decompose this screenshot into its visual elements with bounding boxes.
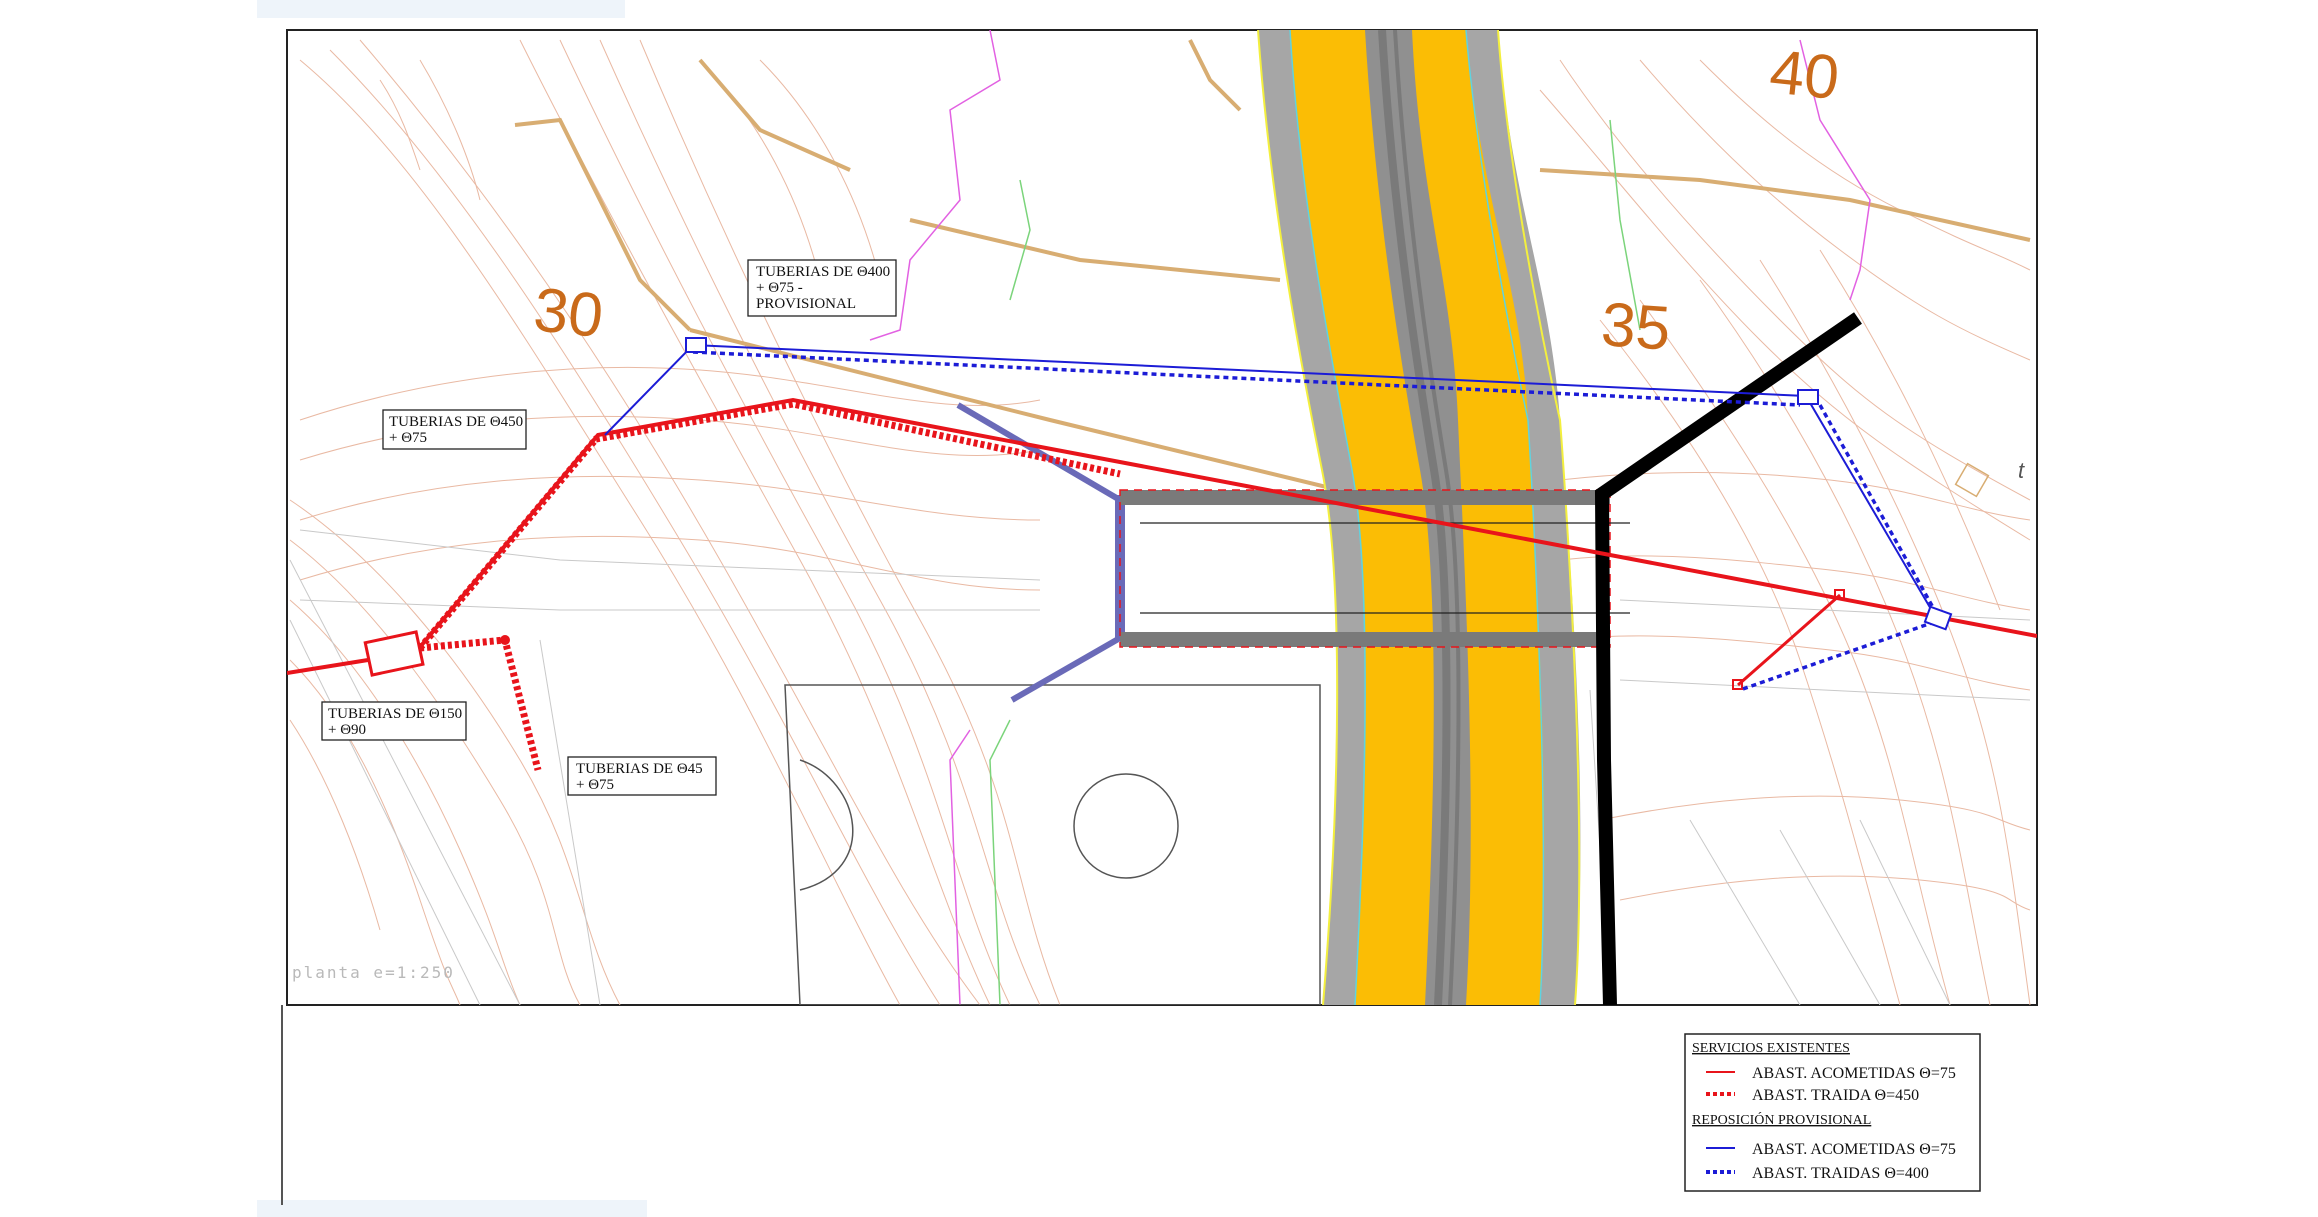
edge-text-fragment: t	[2018, 458, 2025, 483]
scale-caption: planta e=1:250	[292, 963, 455, 982]
legend-provisional-heading: REPOSICIÓN PROVISIONAL	[1692, 1111, 1871, 1128]
legend-provisional-acometidas: ABAST. ACOMETIDAS Θ=75	[1752, 1141, 1956, 1158]
callout-o450-line1: TUBERIAS DE Θ450	[389, 414, 523, 430]
legend-existing-acometidas: ABAST. ACOMETIDAS Θ=75	[1752, 1065, 1956, 1082]
callout-o400-line2: + Θ75 -	[756, 280, 803, 296]
callout-o150: TUBERIAS DE Θ150 + Θ90	[321, 701, 467, 741]
legend-existing-traida: ABAST. TRAIDA Θ=450	[1752, 1087, 1919, 1104]
callout-o400-line3: PROVISIONAL	[756, 296, 856, 312]
site-plan-drawing: 30 35 40 t planta e=1:250 TUBERIAS DE Θ4…	[257, 0, 2038, 1217]
callout-o400: TUBERIAS DE Θ400 + Θ75 - PROVISIONAL	[747, 259, 897, 317]
callout-o150-line1: TUBERIAS DE Θ150	[328, 706, 462, 722]
provisional-chamber-north	[1797, 389, 1819, 405]
top-edge-strip	[257, 0, 625, 18]
plan-frame	[286, 29, 2038, 1006]
callout-o450: TUBERIAS DE Θ450 + Θ75	[382, 409, 527, 450]
chainage-40: 40	[1767, 37, 1843, 113]
callout-o450-line2: + Θ75	[389, 430, 427, 446]
callout-o400-line1: TUBERIAS DE Θ400	[756, 264, 890, 280]
callout-o45: TUBERIAS DE Θ45 + Θ75	[567, 756, 717, 796]
legend-provisional-traidas: ABAST. TRAIDAS Θ=400	[1752, 1165, 1929, 1182]
callout-o150-line2: + Θ90	[328, 722, 366, 738]
legend-box: SERVICIOS EXISTENTES ABAST. ACOMETIDAS Θ…	[1684, 1033, 1981, 1192]
chainage-35: 35	[1599, 290, 1673, 364]
bottom-edge-strip	[257, 1200, 647, 1217]
callout-o45-line2: + Θ75	[576, 777, 614, 793]
callout-o45-line1: TUBERIAS DE Θ45	[576, 761, 703, 777]
provisional-chamber-west	[685, 337, 707, 353]
chainage-30: 30	[531, 275, 607, 351]
legend-existing-heading: SERVICIOS EXISTENTES	[1692, 1041, 1850, 1056]
